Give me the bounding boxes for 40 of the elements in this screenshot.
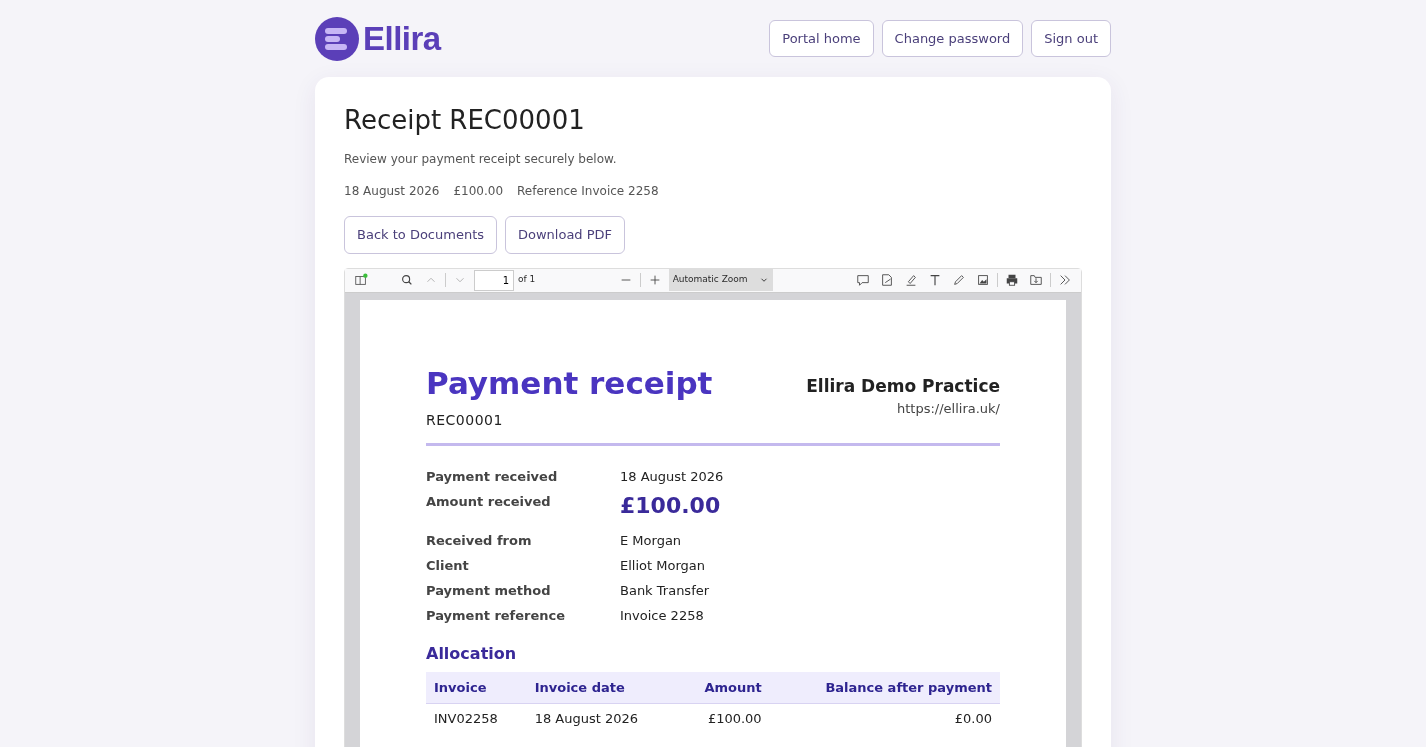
- detail-label: Received from: [426, 531, 533, 550]
- action-button[interactable]: Back to Documents: [344, 216, 497, 254]
- zoom-select[interactable]: Automatic Zoom: [668, 269, 773, 292]
- detail-label: Payment method: [426, 582, 552, 601]
- column-header: Amount: [677, 671, 770, 704]
- detail-label: Amount received: [426, 492, 552, 511]
- action-button[interactable]: Download PDF: [505, 216, 626, 254]
- page-number-field[interactable]: 1: [474, 269, 514, 291]
- detail-value: Bank Transfer: [620, 582, 710, 601]
- detail-label: Payment received: [426, 467, 559, 486]
- receipt-meta: 18 August 2026: [344, 183, 440, 201]
- column-header: Balance after payment: [769, 671, 1000, 704]
- page-subtitle: Review your payment receipt securely below.: [344, 151, 618, 169]
- detail-value: Elliot Morgan: [620, 556, 705, 575]
- nav-button[interactable]: Portal home: [769, 19, 874, 58]
- receipt-meta: £100.00: [453, 183, 504, 201]
- nav-button[interactable]: Change password: [881, 19, 1024, 58]
- table-cell: INV02258: [426, 703, 527, 734]
- receipt-meta: Reference Invoice 2258: [517, 183, 659, 201]
- nav-button[interactable]: Sign out: [1031, 19, 1111, 58]
- practice-name: Ellira Demo Practice: [806, 374, 1000, 398]
- table-cell: £100.00: [677, 703, 770, 734]
- detail-label: Payment reference: [426, 607, 567, 626]
- document-title: Payment receipt: [426, 365, 713, 400]
- detail-label: Client: [426, 556, 470, 575]
- page-title: Receipt REC00001: [344, 105, 586, 137]
- logo-icon: [315, 16, 359, 61]
- detail-value: 18 August 2026: [620, 467, 724, 486]
- column-header: Invoice: [426, 671, 527, 704]
- detail-value: Invoice 2258: [620, 607, 704, 626]
- section-heading: Allocation: [426, 642, 518, 665]
- amount-value: £100.00: [620, 491, 721, 520]
- table-cell: 18 August 2026: [526, 703, 678, 734]
- column-header: Invoice date: [526, 671, 678, 704]
- page-count: of 1: [518, 273, 536, 287]
- logo-text: Ellira: [363, 18, 441, 59]
- practice-url: https://ellira.uk/: [895, 400, 1000, 419]
- detail-value: E Morgan: [620, 531, 682, 550]
- receipt-number: REC00001: [426, 410, 504, 430]
- table-cell: £0.00: [769, 703, 1000, 734]
